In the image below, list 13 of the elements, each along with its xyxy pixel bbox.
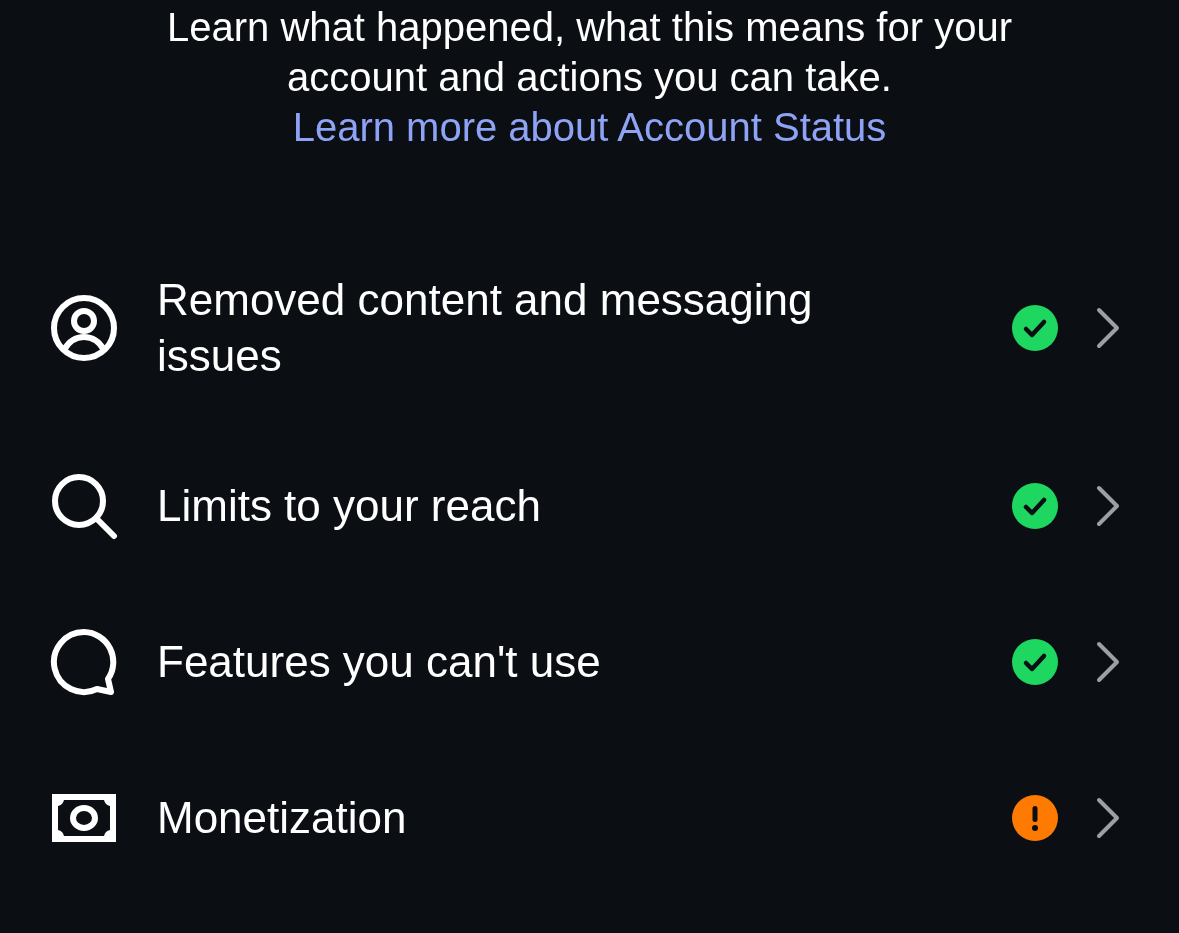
chevron-right-icon[interactable] (1095, 797, 1121, 839)
learn-more-link[interactable]: Learn more about Account Status (292, 105, 887, 149)
item-label[interactable]: Features you can't use (157, 634, 1012, 690)
chevron-right-icon[interactable] (1095, 641, 1121, 683)
person-circle-icon (50, 294, 118, 362)
search-icon (50, 472, 118, 540)
item-label[interactable]: Limits to your reach (157, 478, 1012, 534)
item-label[interactable]: Monetization (157, 790, 1012, 846)
chevron-right-icon[interactable] (1095, 485, 1121, 527)
speech-bubble-icon (50, 628, 118, 696)
intro-text: Learn what happened, what this means for your account and actions you can take. Learn more about Account Status (166, 4, 1013, 151)
item-label[interactable]: Removed content and messaging issues (157, 272, 1012, 384)
chevron-right-icon[interactable] (1095, 307, 1121, 349)
